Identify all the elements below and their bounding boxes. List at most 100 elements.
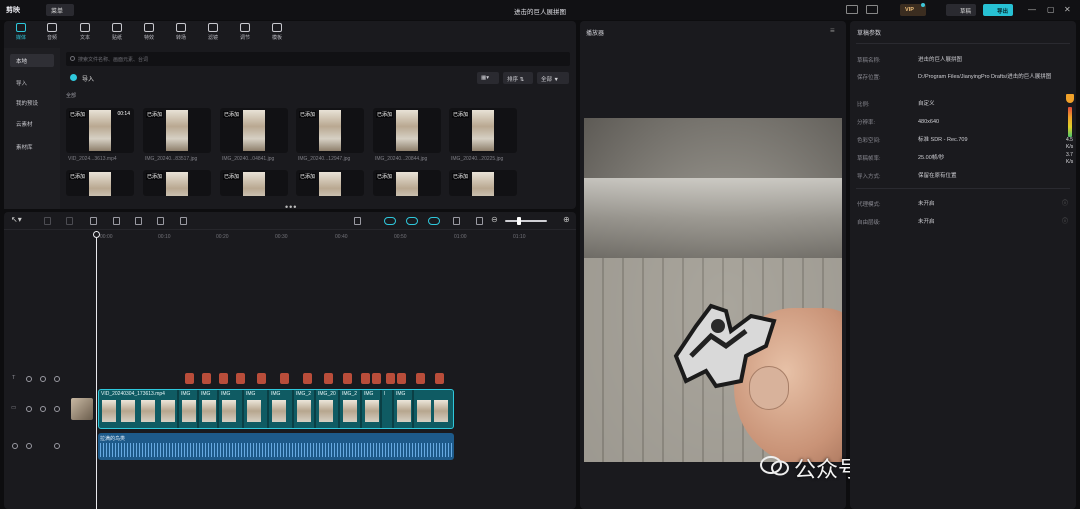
sticker-clip[interactable]	[280, 373, 289, 384]
image-clip[interactable]: IMG	[179, 390, 199, 428]
select-tool-icon[interactable]: ↖▾	[11, 215, 22, 224]
sticker-clip[interactable]	[236, 373, 245, 384]
sidebar-item-local[interactable]: 本地	[10, 54, 54, 67]
image-clip[interactable]: IMG_2	[340, 390, 362, 428]
split-left-icon[interactable]	[113, 217, 120, 225]
cover-thumbnail[interactable]	[71, 398, 93, 420]
caption-icon[interactable]	[476, 217, 483, 225]
image-clip[interactable]: IMG	[394, 390, 414, 428]
image-clip[interactable]: IMG	[269, 390, 294, 428]
sticker-clip[interactable]	[257, 373, 266, 384]
mute-icon[interactable]	[54, 376, 60, 382]
media-item[interactable]: 已添加	[143, 108, 211, 153]
media-item[interactable]: 已添加 00:14	[66, 108, 134, 153]
more-icon[interactable]: •••	[285, 202, 297, 212]
player-menu-icon[interactable]: ≡	[830, 26, 835, 35]
shield-icon[interactable]	[180, 217, 187, 225]
playhead[interactable]	[96, 231, 97, 509]
media-item[interactable]: 已添加	[373, 170, 441, 196]
minimize-icon[interactable]: —	[1028, 5, 1036, 14]
tool-audio[interactable]: 音频	[37, 23, 67, 41]
sticker-clip[interactable]	[361, 373, 370, 384]
media-item[interactable]: 已添加	[296, 170, 364, 196]
eye-icon[interactable]	[40, 376, 46, 382]
zoom-handle[interactable]	[517, 217, 521, 225]
media-item[interactable]: 已添加	[449, 170, 517, 196]
sticker-clip[interactable]	[416, 373, 425, 384]
video-preview[interactable]	[584, 118, 842, 462]
lock-icon[interactable]	[26, 376, 32, 382]
search-input[interactable]: 搜索文件名称、画面元素、台词	[66, 52, 570, 66]
tool-sticker[interactable]: 贴纸	[102, 23, 132, 41]
help-icon[interactable]: ⓘ	[1062, 198, 1068, 207]
sticker-clip[interactable]	[303, 373, 312, 384]
media-item[interactable]: 已添加	[143, 170, 211, 196]
export-button[interactable]: 导出	[983, 4, 1013, 16]
sticker-clip[interactable]	[372, 373, 381, 384]
microphone-icon[interactable]	[354, 217, 361, 225]
split-icon[interactable]	[90, 217, 97, 225]
eye-icon[interactable]	[40, 406, 46, 412]
maximize-icon[interactable]: ▢	[1047, 5, 1055, 14]
image-clip[interactable]: IMG	[244, 390, 269, 428]
video-clip[interactable]: VID_20240304_173613.mp4	[99, 390, 179, 428]
sort-button[interactable]: 排序 ⇅	[503, 72, 533, 84]
sticker-clip[interactable]	[397, 373, 406, 384]
preview-axis-toggle[interactable]	[428, 217, 440, 225]
draft-button[interactable]: 草稿	[946, 4, 976, 16]
tool-effects[interactable]: 特效	[134, 23, 164, 41]
sticker-clip[interactable]	[386, 373, 395, 384]
sticker-clip[interactable]	[435, 373, 444, 384]
sidebar-item-presets[interactable]: 我的预设	[10, 96, 54, 109]
media-item[interactable]: 已添加	[66, 170, 134, 196]
zoom-in-icon[interactable]: ⊕	[563, 215, 570, 224]
grid-icon[interactable]	[866, 5, 878, 14]
zoom-out-icon[interactable]: ⊖	[491, 215, 498, 224]
zoom-slider[interactable]	[505, 220, 547, 222]
media-item[interactable]: 已添加	[220, 108, 288, 153]
image-clip[interactable]: IMG_2	[294, 390, 316, 428]
snap-toggle[interactable]	[384, 217, 396, 225]
media-item[interactable]: 已添加	[220, 170, 288, 196]
tool-template[interactable]: 模板	[262, 23, 292, 41]
filter-button[interactable]: 全部 ▼	[537, 72, 569, 84]
help-icon[interactable]: ⓘ	[1062, 216, 1068, 225]
delete-icon[interactable]	[157, 217, 164, 225]
video-track[interactable]: VID_20240304_173613.mp4 IMG IMG IMG IMG …	[98, 389, 454, 429]
split-view-icon[interactable]	[453, 217, 460, 225]
undo-icon[interactable]	[44, 217, 51, 225]
image-clip[interactable]: IMG	[219, 390, 244, 428]
lock-icon[interactable]	[26, 406, 32, 412]
sticker-clip[interactable]	[324, 373, 333, 384]
image-clip[interactable]	[414, 390, 453, 428]
image-clip[interactable]: IMG	[199, 390, 219, 428]
tool-filter[interactable]: 滤镜	[198, 23, 228, 41]
sticker-clip[interactable]	[185, 373, 194, 384]
layout-icon[interactable]	[846, 5, 858, 14]
image-clip[interactable]: I	[382, 390, 394, 428]
redo-icon[interactable]	[66, 217, 73, 225]
view-toggle-icon[interactable]: ▦▾	[477, 72, 499, 84]
playhead-handle[interactable]	[93, 231, 100, 238]
lock-icon[interactable]	[26, 443, 32, 449]
tool-transition[interactable]: 转场	[166, 23, 196, 41]
image-clip[interactable]: IMG	[362, 390, 382, 428]
sidebar-item-library[interactable]: 素材库	[10, 140, 54, 153]
media-item[interactable]: 已添加	[373, 108, 441, 153]
audio-toggle-icon[interactable]	[54, 443, 60, 449]
menu-button[interactable]: 菜单	[46, 4, 74, 16]
sidebar-item-import[interactable]: 导入	[10, 76, 54, 89]
sticker-clip[interactable]	[202, 373, 211, 384]
import-button[interactable]: 导入	[66, 71, 106, 84]
tool-media[interactable]: 媒体	[6, 23, 36, 41]
link-toggle[interactable]	[406, 217, 418, 225]
sticker-clip[interactable]	[343, 373, 352, 384]
media-item[interactable]: 已添加	[296, 108, 364, 153]
audio-toggle-icon[interactable]	[54, 406, 60, 412]
media-item[interactable]: 已添加	[449, 108, 517, 153]
split-right-icon[interactable]	[135, 217, 142, 225]
sticker-clip[interactable]	[219, 373, 228, 384]
tool-text[interactable]: 文本	[70, 23, 100, 41]
image-clip[interactable]: IMG_20	[316, 390, 340, 428]
sidebar-item-cloud[interactable]: 云素材	[10, 117, 54, 130]
